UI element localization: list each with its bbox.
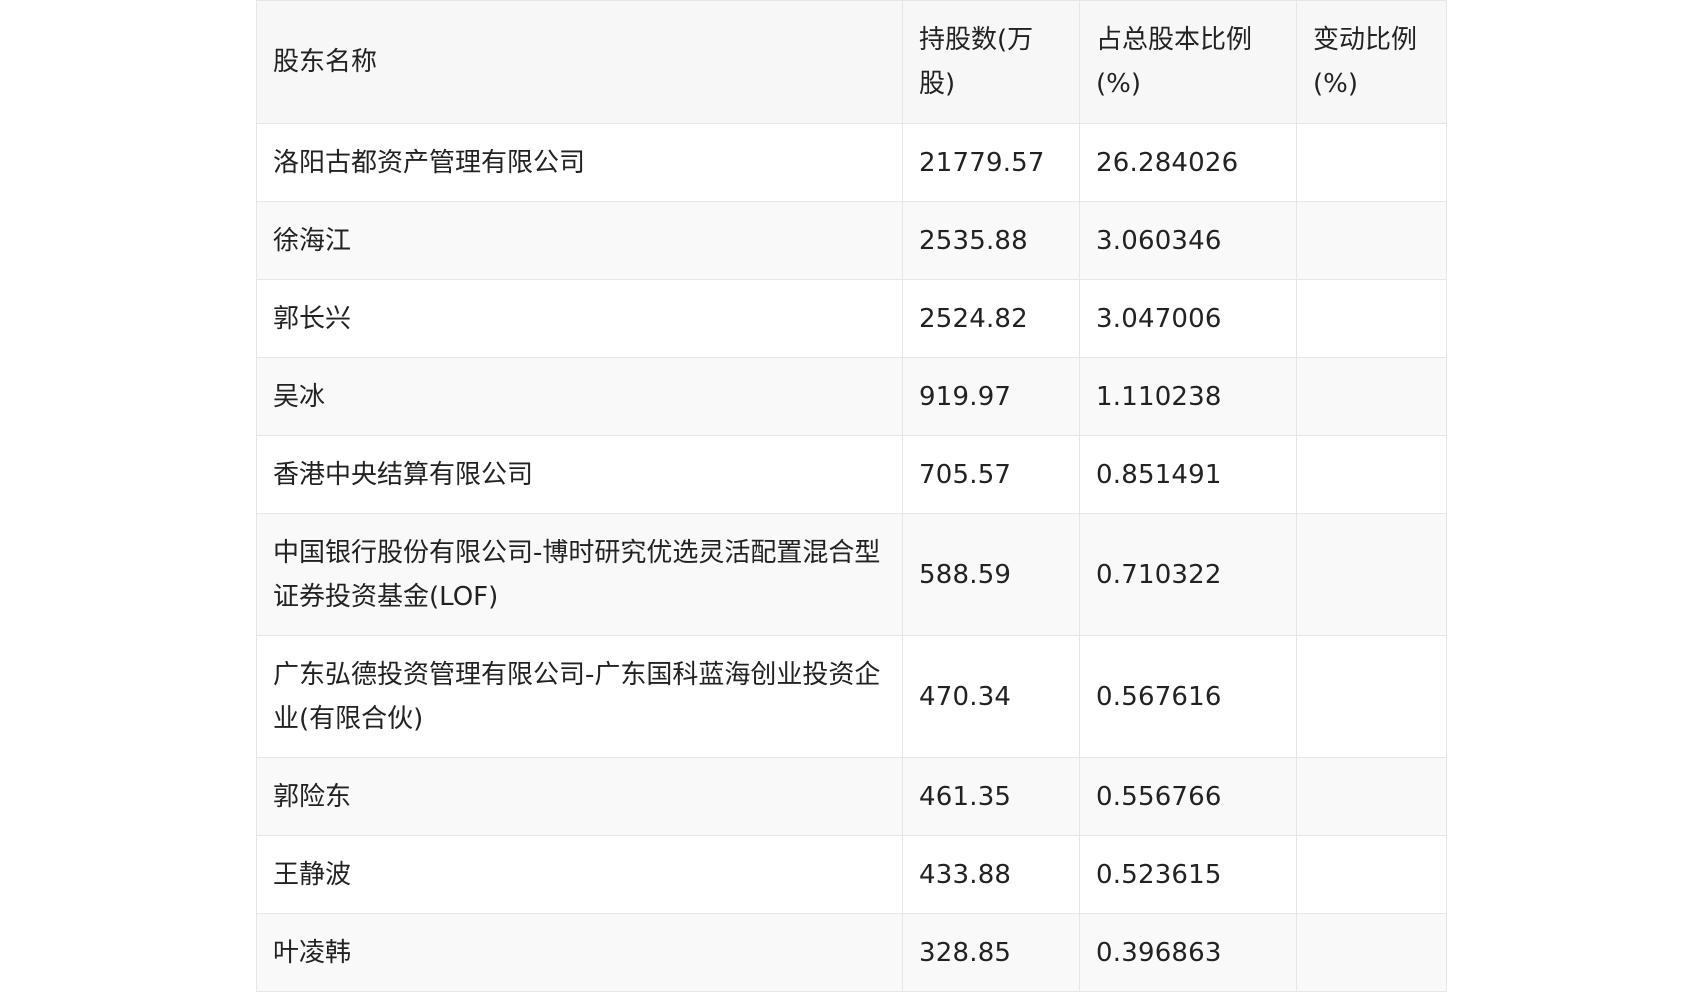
cell-name: 吴冰 <box>256 357 903 436</box>
header-change: 变动比例(%) <box>1296 0 1447 124</box>
table-row: 叶凌韩 328.85 0.396863 <box>256 913 1447 992</box>
header-shares: 持股数(万股) <box>902 0 1080 124</box>
cell-ratio: 0.523615 <box>1079 835 1297 914</box>
cell-shares: 588.59 <box>902 513 1080 636</box>
cell-name: 郭长兴 <box>256 279 903 358</box>
table-row: 香港中央结算有限公司 705.57 0.851491 <box>256 435 1447 514</box>
cell-ratio: 3.047006 <box>1079 279 1297 358</box>
cell-change <box>1296 279 1447 358</box>
cell-shares: 328.85 <box>902 913 1080 992</box>
table-row: 中国银行股份有限公司-博时研究优选灵活配置混合型证券投资基金(LOF) 588.… <box>256 513 1447 636</box>
shareholder-table-container: 股东名称 持股数(万股) 占总股本比例(%) 变动比例(%) 洛阳古都资产管理有… <box>256 0 1447 992</box>
cell-shares: 470.34 <box>902 635 1080 758</box>
cell-change <box>1296 913 1447 992</box>
table-row: 郭长兴 2524.82 3.047006 <box>256 279 1447 358</box>
table-body: 洛阳古都资产管理有限公司 21779.57 26.284026 徐海江 2535… <box>256 123 1447 992</box>
cell-change <box>1296 635 1447 758</box>
cell-ratio: 0.396863 <box>1079 913 1297 992</box>
header-ratio: 占总股本比例(%) <box>1079 0 1297 124</box>
cell-change <box>1296 513 1447 636</box>
cell-change <box>1296 757 1447 836</box>
cell-name: 香港中央结算有限公司 <box>256 435 903 514</box>
cell-shares: 21779.57 <box>902 123 1080 202</box>
cell-name: 洛阳古都资产管理有限公司 <box>256 123 903 202</box>
cell-name: 郭险东 <box>256 757 903 836</box>
table-row: 吴冰 919.97 1.110238 <box>256 357 1447 436</box>
table-row: 洛阳古都资产管理有限公司 21779.57 26.284026 <box>256 123 1447 202</box>
cell-change <box>1296 435 1447 514</box>
table-row: 王静波 433.88 0.523615 <box>256 835 1447 914</box>
cell-ratio: 26.284026 <box>1079 123 1297 202</box>
cell-ratio: 0.556766 <box>1079 757 1297 836</box>
cell-name: 王静波 <box>256 835 903 914</box>
header-row: 股东名称 持股数(万股) 占总股本比例(%) 变动比例(%) <box>256 0 1447 124</box>
cell-shares: 919.97 <box>902 357 1080 436</box>
cell-name: 叶凌韩 <box>256 913 903 992</box>
cell-name: 广东弘德投资管理有限公司-广东国科蓝海创业投资企业(有限合伙) <box>256 635 903 758</box>
cell-shares: 2535.88 <box>902 201 1080 280</box>
cell-shares: 2524.82 <box>902 279 1080 358</box>
header-shareholder-name: 股东名称 <box>256 0 903 124</box>
cell-change <box>1296 835 1447 914</box>
table-row: 广东弘德投资管理有限公司-广东国科蓝海创业投资企业(有限合伙) 470.34 0… <box>256 635 1447 758</box>
cell-shares: 461.35 <box>902 757 1080 836</box>
cell-change <box>1296 357 1447 436</box>
cell-shares: 705.57 <box>902 435 1080 514</box>
cell-ratio: 0.851491 <box>1079 435 1297 514</box>
cell-change <box>1296 123 1447 202</box>
cell-ratio: 1.110238 <box>1079 357 1297 436</box>
table-header: 股东名称 持股数(万股) 占总股本比例(%) 变动比例(%) <box>256 0 1447 124</box>
cell-change <box>1296 201 1447 280</box>
cell-name: 中国银行股份有限公司-博时研究优选灵活配置混合型证券投资基金(LOF) <box>256 513 903 636</box>
table-row: 郭险东 461.35 0.556766 <box>256 757 1447 836</box>
cell-shares: 433.88 <box>902 835 1080 914</box>
cell-ratio: 0.710322 <box>1079 513 1297 636</box>
cell-ratio: 0.567616 <box>1079 635 1297 758</box>
cell-name: 徐海江 <box>256 201 903 280</box>
cell-ratio: 3.060346 <box>1079 201 1297 280</box>
table-row: 徐海江 2535.88 3.060346 <box>256 201 1447 280</box>
shareholder-table: 股东名称 持股数(万股) 占总股本比例(%) 变动比例(%) 洛阳古都资产管理有… <box>256 0 1447 992</box>
